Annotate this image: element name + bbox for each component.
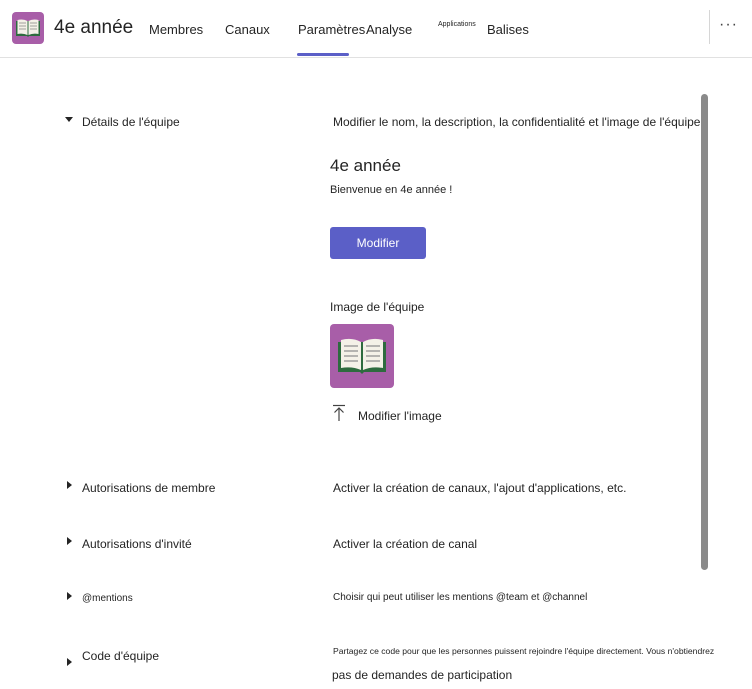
section-label: Autorisations d'invité	[82, 537, 192, 551]
section-label: @mentions	[82, 593, 133, 604]
team-description: Bienvenue en 4e année !	[330, 184, 453, 196]
section-label: Code d'équipe	[82, 649, 160, 663]
section-member-permissions[interactable]: Autorisations de membre	[60, 478, 300, 498]
edit-team-button[interactable]: Modifier	[330, 227, 426, 259]
tab-parametres[interactable]: Paramètres	[298, 22, 365, 37]
caret-right-icon	[67, 481, 72, 489]
tab-analyse[interactable]: Analyse	[366, 22, 412, 37]
team-header: 4e année Membres Canaux Paramètres Analy…	[0, 0, 752, 58]
header-divider	[709, 10, 710, 44]
tab-applications[interactable]: Applications	[438, 21, 476, 28]
section-description-continued: pas de demandes de participation	[332, 668, 513, 682]
caret-down-icon	[65, 117, 73, 122]
team-image-label: Image de l'équipe	[330, 300, 425, 314]
book-icon	[16, 19, 40, 37]
upload-icon	[333, 404, 345, 421]
active-tab-indicator	[297, 53, 349, 56]
section-team-code[interactable]: Code d'équipe	[60, 646, 300, 672]
section-description: Choisir qui peut utiliser les mentions @…	[333, 592, 588, 603]
team-name: 4e année	[54, 17, 134, 38]
team-title: 4e année	[330, 156, 401, 175]
section-team-details[interactable]: Détails de l'équipe	[60, 112, 300, 132]
team-image	[330, 324, 394, 388]
section-description: Partagez ce code pour que les personnes …	[333, 646, 715, 656]
change-image-label: Modifier l'image	[358, 409, 442, 423]
section-label: Détails de l'équipe	[82, 115, 180, 129]
caret-right-icon	[67, 537, 72, 545]
caret-right-icon	[67, 592, 72, 600]
more-options-icon[interactable]: ···	[719, 16, 738, 34]
book-icon	[338, 338, 386, 374]
caret-right-icon	[67, 658, 72, 666]
team-avatar	[12, 12, 44, 44]
section-guest-permissions[interactable]: Autorisations d'invité	[60, 534, 300, 554]
tab-balises[interactable]: Balises	[487, 22, 529, 37]
section-label: Autorisations de membre	[82, 481, 216, 495]
tab-membres[interactable]: Membres	[149, 22, 203, 37]
scrollbar[interactable]	[701, 94, 708, 570]
section-mentions[interactable]: @mentions	[60, 589, 300, 609]
change-image-button[interactable]: Modifier l'image	[332, 404, 472, 424]
section-description: Activer la création de canaux, l'ajout d…	[333, 481, 627, 495]
section-description: Modifier le nom, la description, la conf…	[333, 115, 701, 129]
section-description: Activer la création de canal	[333, 537, 478, 551]
tab-canaux[interactable]: Canaux	[225, 22, 270, 37]
